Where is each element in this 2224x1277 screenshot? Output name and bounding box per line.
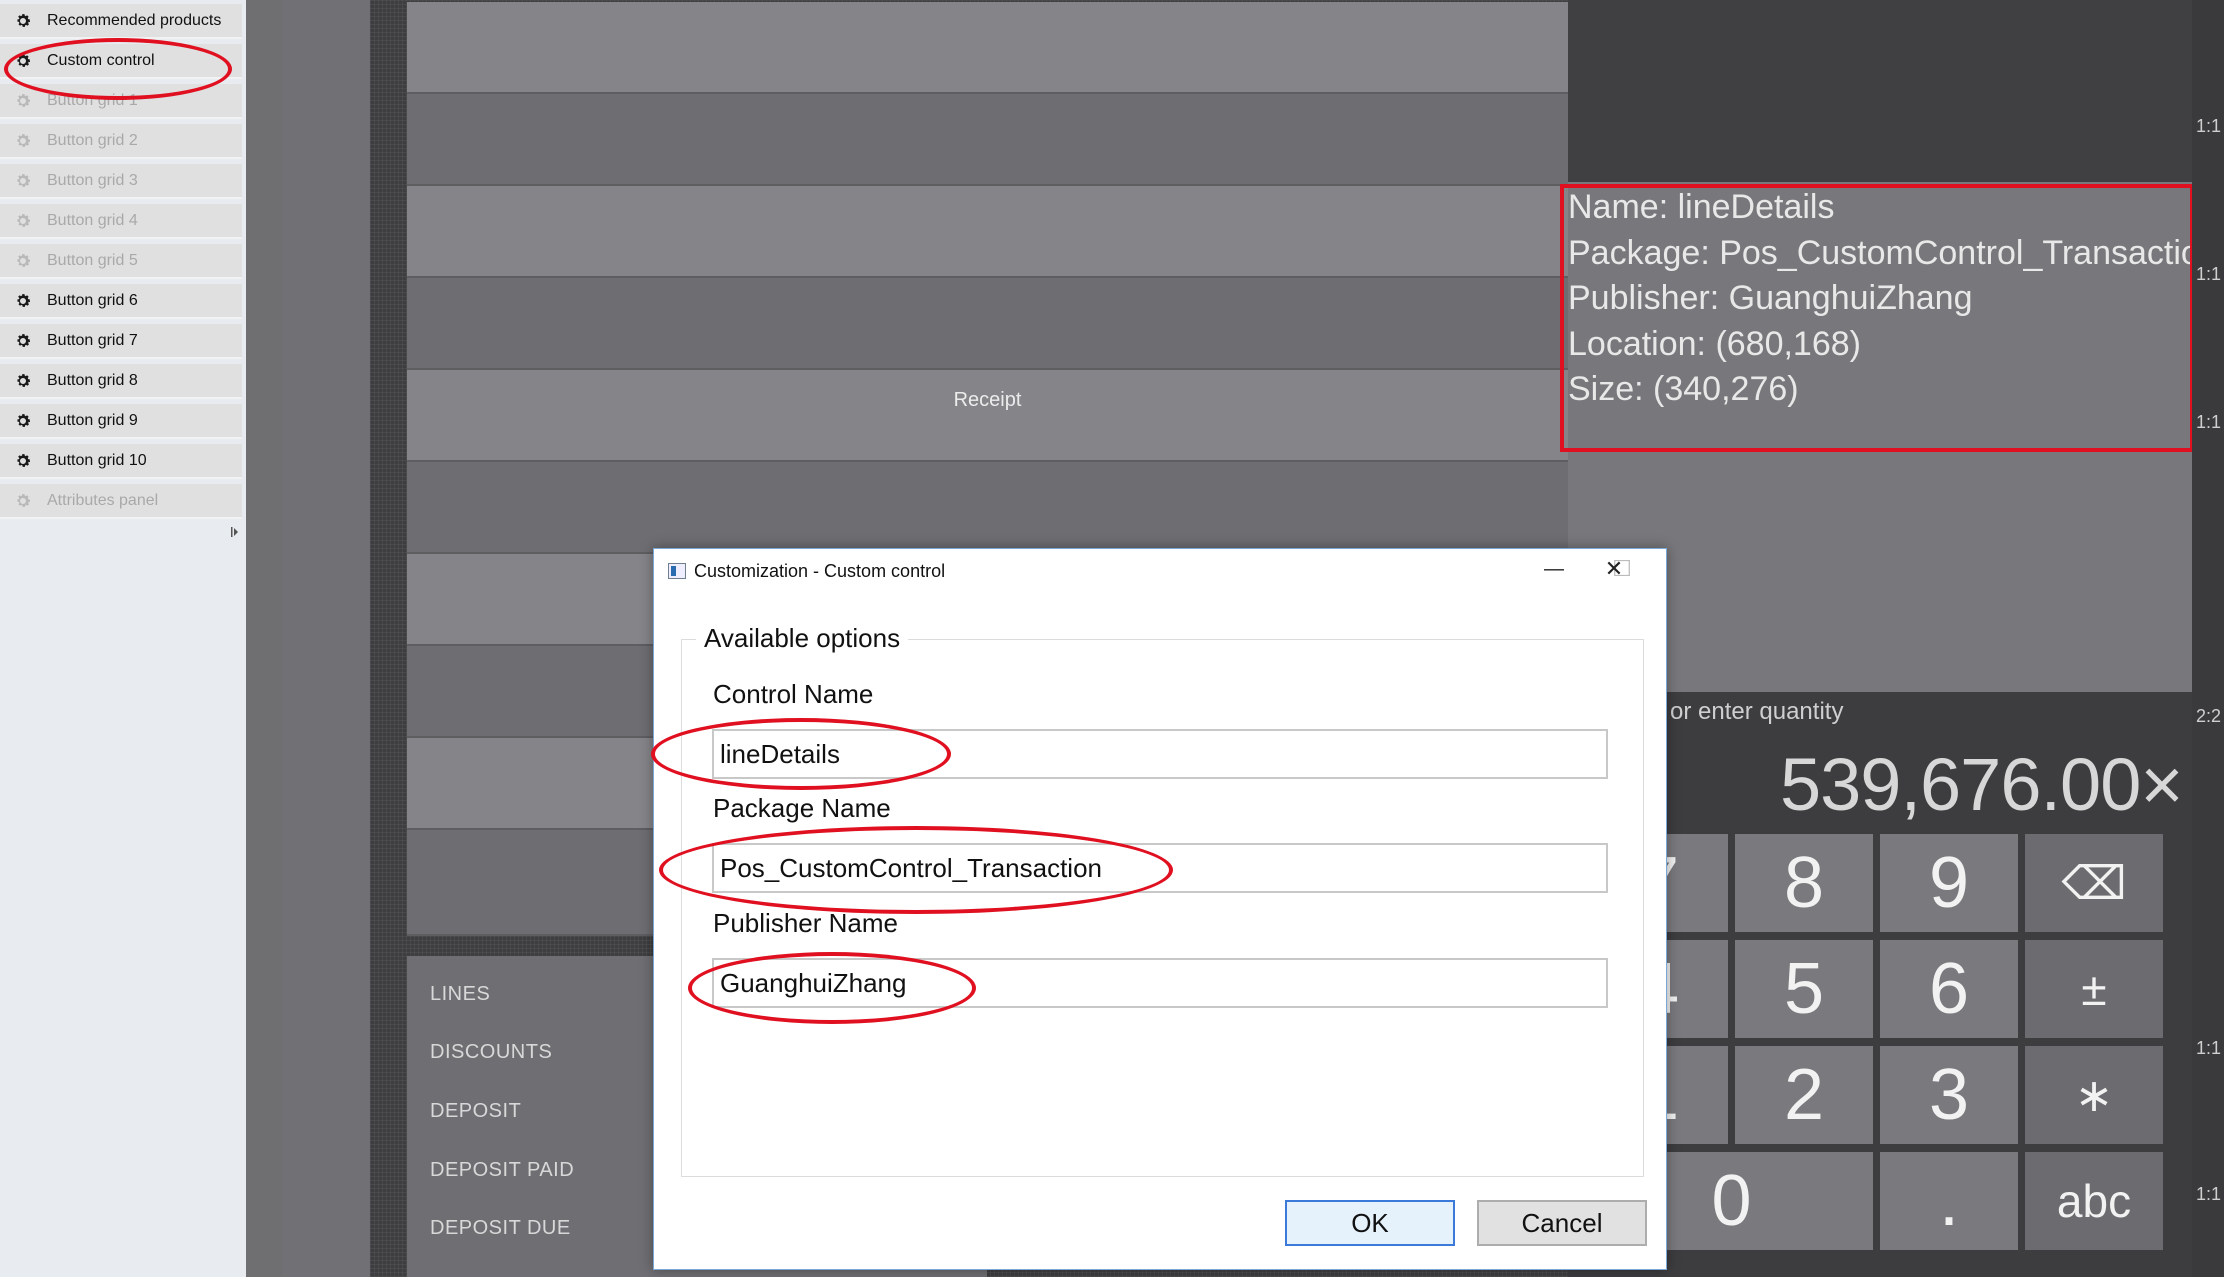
gear-icon [14, 12, 32, 30]
receipt-row [407, 278, 1568, 370]
panel-item-button-grid-5[interactable]: Button grid 5 [0, 244, 242, 279]
group-label: Available options [696, 623, 909, 654]
panel-item-label: Custom control [47, 51, 155, 69]
customization-dialog: Customization - Custom control — ☐ ✕ Ava… [653, 548, 1667, 1270]
receipt-row [407, 94, 1568, 186]
minimize-button[interactable]: — [1534, 553, 1574, 585]
gear-icon [14, 452, 32, 470]
package-name-input[interactable]: Pos_CustomControl_Transaction [712, 843, 1608, 893]
panel-item-button-grid-4[interactable]: Button grid 4 [0, 204, 242, 239]
numpad-multiply-key[interactable]: ∗ [2025, 1046, 2163, 1144]
customization-panel: Recommended products Custom control Butt… [0, 0, 246, 1277]
package-name-label: Package Name [713, 793, 891, 823]
panel-item-label: Button grid 3 [47, 171, 138, 189]
receipt-row [407, 370, 1568, 462]
numpad-key-2[interactable]: 2 [1735, 1046, 1873, 1144]
panel-item-label: Recommended products [47, 11, 222, 29]
panel-item-button-grid-6[interactable]: Button grid 6 [0, 284, 242, 319]
gear-icon [14, 172, 32, 190]
ratio-label: 1:1 [2196, 1038, 2222, 1058]
numpad-backspace-key[interactable]: ⌫ [2025, 834, 2163, 932]
gear-icon [14, 412, 32, 430]
gear-icon [14, 332, 32, 350]
numpad-key-5[interactable]: 5 [1735, 940, 1873, 1038]
annotation-rectangle [1560, 184, 2194, 452]
gear-icon [14, 372, 32, 390]
numpad-decimal-key[interactable]: . [1880, 1152, 2018, 1250]
quantity-display: 539,676.00× [1780, 743, 2184, 826]
collapse-arrow-icon[interactable] [231, 526, 239, 538]
panel-item-button-grid-3[interactable]: Button grid 3 [0, 164, 242, 199]
ratio-label: 1:1 [2196, 1184, 2222, 1204]
dialog-title: Customization - Custom control [694, 561, 946, 581]
totals-discounts-label: DISCOUNTS [430, 1041, 553, 1063]
panel-item-custom-control[interactable]: Custom control [0, 44, 242, 79]
numpad-key-6[interactable]: 6 [1880, 940, 2018, 1038]
ratio-label: 2:2 [2196, 706, 2222, 726]
panel-item-button-grid-10[interactable]: Button grid 10 [0, 444, 242, 479]
panel-item-button-grid-8[interactable]: Button grid 8 [0, 364, 242, 399]
gear-icon [14, 492, 32, 510]
panel-item-recommended-products[interactable]: Recommended products [0, 4, 242, 39]
totals-deposit-due-label: DEPOSIT DUE [430, 1217, 571, 1239]
close-button[interactable]: ✕ [1594, 553, 1634, 585]
numpad-abc-key[interactable]: abc [2025, 1152, 2163, 1250]
quantity-hint: or enter quantity [1670, 698, 1844, 725]
numpad-key-3[interactable]: 3 [1880, 1046, 2018, 1144]
panel-item-button-grid-1[interactable]: Button grid 1 [0, 84, 242, 119]
right-top-panel [1568, 0, 2192, 182]
cancel-button[interactable]: Cancel [1477, 1200, 1647, 1246]
panel-item-label: Button grid 5 [47, 251, 138, 269]
numpad-key-8[interactable]: 8 [1735, 834, 1873, 932]
numpad-plus-minus-key[interactable]: ± [2025, 940, 2163, 1038]
ok-button[interactable]: OK [1285, 1200, 1455, 1246]
totals-lines-label: LINES [430, 983, 491, 1005]
receipt-row [407, 186, 1568, 278]
gear-icon [14, 212, 32, 230]
panel-item-label: Button grid 2 [47, 131, 138, 149]
totals-deposit-paid-label: DEPOSIT PAID [430, 1159, 575, 1181]
panel-item-label: Button grid 10 [47, 451, 147, 469]
window-icon [668, 563, 686, 579]
ratio-label: 1:1 [2196, 412, 2222, 432]
panel-item-button-grid-2[interactable]: Button grid 2 [0, 124, 242, 159]
totals-deposit-label: DEPOSIT [430, 1100, 522, 1122]
ratio-label: 1:1 [2196, 264, 2222, 284]
ratio-label: 1:1 [2196, 116, 2222, 136]
gear-icon [14, 292, 32, 310]
panel-item-label: Button grid 6 [47, 291, 138, 309]
gear-icon [14, 92, 32, 110]
numpad-key-9[interactable]: 9 [1880, 834, 2018, 932]
panel-item-attributes-panel[interactable]: Attributes panel [0, 484, 242, 519]
control-name-label: Control Name [713, 679, 874, 709]
receipt-row [407, 2, 1568, 94]
panel-item-button-grid-9[interactable]: Button grid 9 [0, 404, 242, 439]
receipt-label: Receipt [953, 389, 1022, 411]
panel-item-label: Attributes panel [47, 491, 159, 509]
panel-item-label: Button grid 1 [47, 91, 138, 109]
right-edge-strip [2192, 0, 2224, 1277]
panel-item-label: Button grid 9 [47, 411, 138, 429]
panel-item-label: Button grid 7 [47, 331, 138, 349]
panel-item-label: Button grid 4 [47, 211, 138, 229]
publisher-name-label: Publisher Name [713, 908, 898, 938]
publisher-name-input[interactable]: GuanghuiZhang [712, 958, 1608, 1008]
gear-icon [14, 132, 32, 150]
panel-item-label: Button grid 8 [47, 371, 138, 389]
gear-icon [14, 52, 32, 70]
gear-icon [14, 252, 32, 270]
control-name-input[interactable]: lineDetails [712, 729, 1608, 779]
receipt-row [407, 462, 1568, 554]
panel-item-button-grid-7[interactable]: Button grid 7 [0, 324, 242, 359]
